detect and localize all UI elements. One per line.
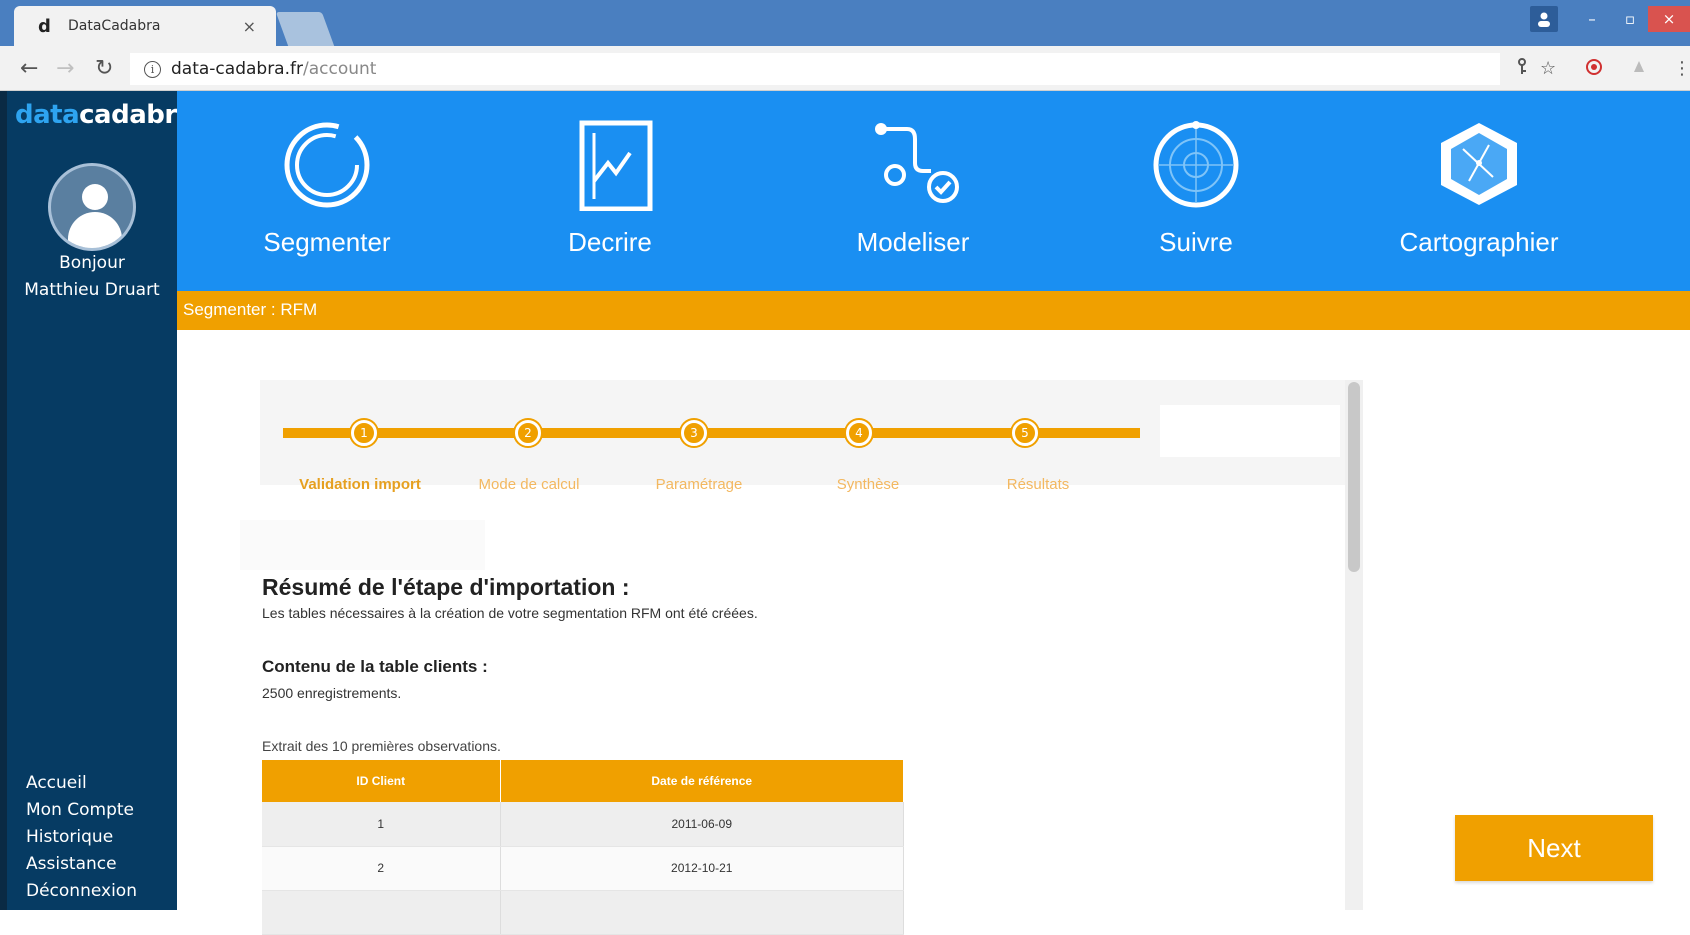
cell-id: 2 bbox=[262, 846, 501, 891]
step-2-circle[interactable]: 2 bbox=[515, 420, 541, 446]
step-2-label[interactable]: Mode de calcul bbox=[444, 476, 614, 493]
map-hexagon-icon bbox=[1441, 123, 1517, 205]
sidebar-menu: Accueil Mon Compte Historique Assistance… bbox=[26, 770, 137, 905]
logo[interactable]: datacadabra bbox=[15, 100, 194, 130]
extension-cloud-icon[interactable] bbox=[1630, 58, 1648, 81]
step-3-label[interactable]: Paramétrage bbox=[614, 476, 784, 493]
tab-title: DataCadabra bbox=[68, 18, 161, 34]
top-navigation: Segmenter Decrire Modeliser Suivre Carto… bbox=[177, 91, 1690, 291]
avatar[interactable] bbox=[48, 163, 136, 251]
content-spacer bbox=[240, 520, 485, 570]
nav-segmenter[interactable]: Segmenter bbox=[177, 91, 477, 291]
next-button[interactable]: Next bbox=[1455, 815, 1653, 881]
cell-date: 2012-10-21 bbox=[500, 846, 904, 891]
user-head-icon bbox=[82, 184, 108, 210]
nav-label: Suivre bbox=[1159, 227, 1233, 257]
sidebar-item-accueil[interactable]: Accueil bbox=[26, 770, 137, 797]
nav-label: Cartographier bbox=[1399, 227, 1559, 257]
maximize-button[interactable]: ▫ bbox=[1612, 6, 1648, 32]
segment-circle-icon bbox=[284, 122, 370, 208]
column-header-date[interactable]: Date de référence bbox=[500, 760, 904, 802]
profile-icon[interactable] bbox=[1530, 6, 1558, 32]
sidebar-item-historique[interactable]: Historique bbox=[26, 824, 137, 851]
stepper-spacer bbox=[1160, 405, 1340, 457]
url-input[interactable]: i data-cadabra.fr/account bbox=[130, 53, 1500, 85]
table-row-partial bbox=[262, 890, 904, 935]
browser-tabbar: d DataCadabra × – ▫ × bbox=[0, 0, 1690, 46]
table-row: 2 2012-10-21 bbox=[262, 846, 904, 891]
page-subtitle: Les tables nécessaires à la création de … bbox=[262, 605, 758, 621]
table-heading: Contenu de la table clients : bbox=[262, 657, 488, 676]
chart-document-icon bbox=[579, 120, 653, 211]
info-icon[interactable]: i bbox=[144, 60, 161, 78]
sidebar-item-assistance[interactable]: Assistance bbox=[26, 851, 137, 878]
step-4-circle[interactable]: 4 bbox=[846, 420, 872, 446]
sidebar-item-mon-compte[interactable]: Mon Compte bbox=[26, 797, 137, 824]
nav-label: Segmenter bbox=[263, 227, 391, 257]
breadcrumb-bar: Segmenter : RFM bbox=[177, 291, 1690, 330]
url-host: data-cadabra.fr bbox=[171, 59, 303, 79]
back-arrow-icon[interactable]: ← bbox=[20, 56, 38, 81]
cell-date: 2011-06-09 bbox=[500, 802, 904, 847]
user-name: Matthieu Druart bbox=[24, 280, 160, 300]
nav-label: Decrire bbox=[568, 227, 652, 257]
url-path: /account bbox=[302, 59, 377, 79]
sidebar-item-deconnexion[interactable]: Déconnexion bbox=[26, 878, 137, 905]
flow-check-icon bbox=[875, 123, 959, 203]
reload-icon[interactable]: ↻ bbox=[95, 56, 113, 81]
cell-id: 1 bbox=[262, 802, 501, 847]
table-header-row: ID Client Date de référence bbox=[262, 760, 904, 802]
extract-note: Extrait des 10 premières observations. bbox=[262, 738, 501, 754]
breadcrumb: Segmenter : RFM bbox=[183, 300, 318, 319]
bookmark-star-icon[interactable]: ☆ bbox=[1540, 58, 1556, 79]
nav-decrire[interactable]: Decrire bbox=[460, 91, 760, 291]
nav-cartographier[interactable]: Cartographier bbox=[1329, 91, 1629, 291]
step-1-label[interactable]: Validation import bbox=[275, 476, 445, 493]
sidebar-edge bbox=[0, 91, 7, 910]
step-5-circle[interactable]: 5 bbox=[1012, 420, 1038, 446]
record-count: 2500 enregistrements. bbox=[262, 685, 402, 701]
new-tab-button[interactable] bbox=[275, 12, 335, 46]
step-1-circle[interactable]: 1 bbox=[351, 420, 377, 446]
browser-tab[interactable]: d DataCadabra × bbox=[14, 6, 276, 46]
radar-target-icon bbox=[1153, 121, 1239, 208]
table-row: 1 2011-06-09 bbox=[262, 802, 904, 847]
step-4-label[interactable]: Synthèse bbox=[783, 476, 953, 493]
greeting: Bonjour bbox=[59, 253, 125, 273]
clients-table: ID Client Date de référence 1 2011-06-09… bbox=[262, 760, 904, 935]
column-header-id[interactable]: ID Client bbox=[262, 760, 501, 802]
cell-id bbox=[262, 890, 501, 935]
browser-menu-icon[interactable]: ⋮ bbox=[1673, 58, 1690, 79]
close-window-button[interactable]: × bbox=[1648, 6, 1690, 32]
minimize-button[interactable]: – bbox=[1574, 6, 1610, 32]
step-5-label[interactable]: Résultats bbox=[953, 476, 1123, 493]
user-body-icon bbox=[68, 212, 122, 248]
extension-shield-icon[interactable] bbox=[1585, 58, 1603, 81]
step-3-circle[interactable]: 3 bbox=[681, 420, 707, 446]
tab-close-icon[interactable]: × bbox=[243, 17, 256, 36]
address-bar: ← → ↻ i data-cadabra.fr/account ☆ ⋮ bbox=[0, 46, 1690, 91]
page-title: Résumé de l'étape d'importation : bbox=[262, 574, 630, 600]
favicon-icon: d bbox=[38, 15, 51, 37]
cell-date bbox=[500, 890, 904, 935]
scrollbar-thumb[interactable] bbox=[1348, 382, 1360, 572]
nav-label: Modeliser bbox=[856, 227, 970, 257]
nav-suivre[interactable]: Suivre bbox=[1046, 91, 1346, 291]
key-icon[interactable] bbox=[1515, 58, 1529, 81]
nav-modeliser[interactable]: Modeliser bbox=[763, 91, 1063, 291]
forward-arrow-icon[interactable]: → bbox=[56, 56, 74, 81]
